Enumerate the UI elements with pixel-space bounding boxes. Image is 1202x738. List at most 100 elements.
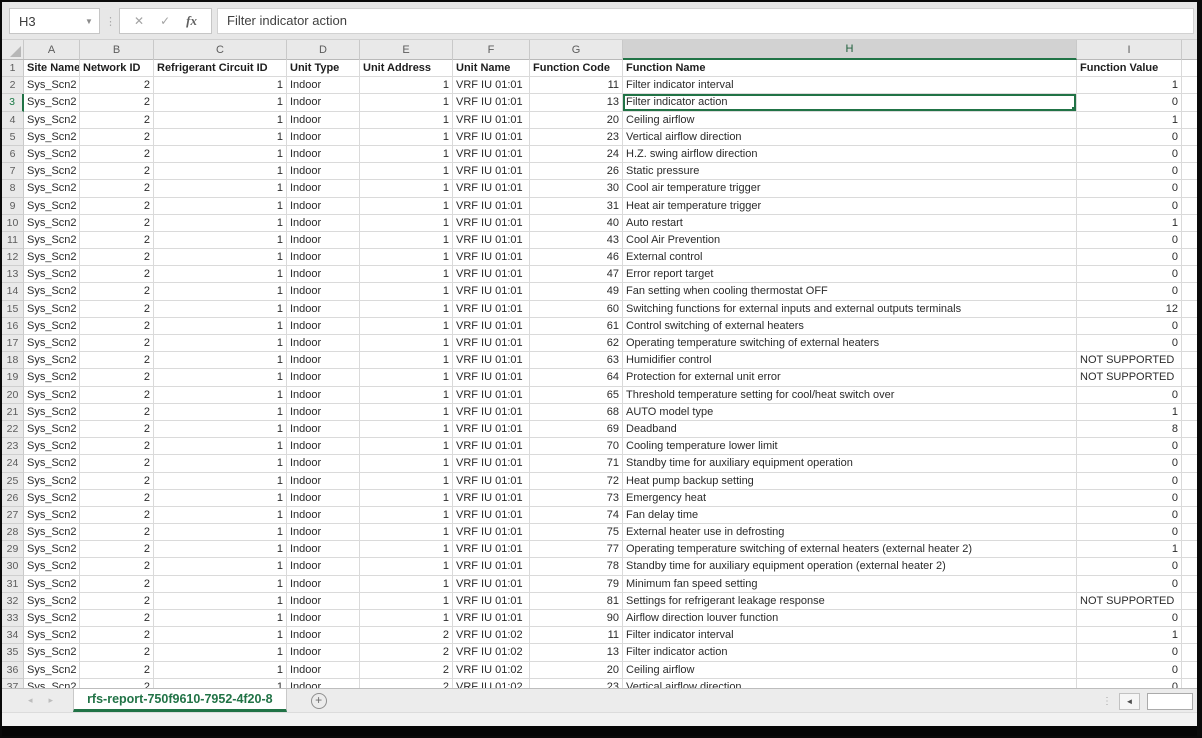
- cell-B16[interactable]: 2: [80, 318, 154, 335]
- cell-E17[interactable]: 1: [360, 335, 453, 352]
- cell-I23[interactable]: 0: [1077, 438, 1182, 455]
- cell-D2[interactable]: Indoor: [287, 77, 360, 94]
- cell-B15[interactable]: 2: [80, 301, 154, 318]
- cell-B21[interactable]: 2: [80, 404, 154, 421]
- cell-E14[interactable]: 1: [360, 283, 453, 300]
- cell-G6[interactable]: 24: [530, 146, 623, 163]
- cell-B10[interactable]: 2: [80, 215, 154, 232]
- cell-F19[interactable]: VRF IU 01:01: [453, 369, 530, 386]
- cell-E8[interactable]: 1: [360, 180, 453, 197]
- cell-I25[interactable]: 0: [1077, 473, 1182, 490]
- cell-A18[interactable]: Sys_Scn2: [24, 352, 80, 369]
- row-header-3[interactable]: 3: [2, 94, 24, 111]
- cell-B12[interactable]: 2: [80, 249, 154, 266]
- cell-E18[interactable]: 1: [360, 352, 453, 369]
- cell-J19[interactable]: [1182, 369, 1197, 386]
- cell-B22[interactable]: 2: [80, 421, 154, 438]
- cell-H28[interactable]: External heater use in defrosting: [623, 524, 1077, 541]
- cell-F23[interactable]: VRF IU 01:01: [453, 438, 530, 455]
- cell-E30[interactable]: 1: [360, 558, 453, 575]
- cell-J36[interactable]: [1182, 662, 1197, 679]
- cell-B29[interactable]: 2: [80, 541, 154, 558]
- cell-I31[interactable]: 0: [1077, 576, 1182, 593]
- cell-H15[interactable]: Switching functions for external inputs …: [623, 301, 1077, 318]
- cell-C35[interactable]: 1: [154, 644, 287, 661]
- cell-E32[interactable]: 1: [360, 593, 453, 610]
- cell-E7[interactable]: 1: [360, 163, 453, 180]
- cell-D32[interactable]: Indoor: [287, 593, 360, 610]
- cell-E5[interactable]: 1: [360, 129, 453, 146]
- cell-E29[interactable]: 1: [360, 541, 453, 558]
- cell-B33[interactable]: 2: [80, 610, 154, 627]
- cell-A17[interactable]: Sys_Scn2: [24, 335, 80, 352]
- cell-H14[interactable]: Fan setting when cooling thermostat OFF: [623, 283, 1077, 300]
- cell-C30[interactable]: 1: [154, 558, 287, 575]
- cell-F3[interactable]: VRF IU 01:01: [453, 94, 530, 111]
- cell-I19[interactable]: NOT SUPPORTED: [1077, 369, 1182, 386]
- row-header-5[interactable]: 5: [2, 129, 24, 146]
- cell-A7[interactable]: Sys_Scn2: [24, 163, 80, 180]
- cell-B35[interactable]: 2: [80, 644, 154, 661]
- cell-F35[interactable]: VRF IU 01:02: [453, 644, 530, 661]
- cell-J28[interactable]: [1182, 524, 1197, 541]
- column-header-overflow[interactable]: [1182, 40, 1197, 60]
- cell-E16[interactable]: 1: [360, 318, 453, 335]
- cell-I8[interactable]: 0: [1077, 180, 1182, 197]
- cell-G16[interactable]: 61: [530, 318, 623, 335]
- cell-E35[interactable]: 2: [360, 644, 453, 661]
- cell-F30[interactable]: VRF IU 01:01: [453, 558, 530, 575]
- cell-I37[interactable]: 0: [1077, 679, 1182, 688]
- cell-B3[interactable]: 2: [80, 94, 154, 111]
- cell-A25[interactable]: Sys_Scn2: [24, 473, 80, 490]
- row-header-4[interactable]: 4: [2, 112, 24, 129]
- cell-J4[interactable]: [1182, 112, 1197, 129]
- row-header-35[interactable]: 35: [2, 644, 24, 661]
- row-header-23[interactable]: 23: [2, 438, 24, 455]
- cell-H19[interactable]: Protection for external unit error: [623, 369, 1077, 386]
- cell-I1[interactable]: Function Value: [1077, 60, 1182, 77]
- cancel-icon[interactable]: ✕: [134, 14, 144, 28]
- cell-B11[interactable]: 2: [80, 232, 154, 249]
- cell-F31[interactable]: VRF IU 01:01: [453, 576, 530, 593]
- cell-D20[interactable]: Indoor: [287, 387, 360, 404]
- cell-F12[interactable]: VRF IU 01:01: [453, 249, 530, 266]
- cell-B27[interactable]: 2: [80, 507, 154, 524]
- cell-J7[interactable]: [1182, 163, 1197, 180]
- cell-I13[interactable]: 0: [1077, 266, 1182, 283]
- cell-F20[interactable]: VRF IU 01:01: [453, 387, 530, 404]
- cell-H6[interactable]: H.Z. swing airflow direction: [623, 146, 1077, 163]
- cell-D18[interactable]: Indoor: [287, 352, 360, 369]
- cell-H10[interactable]: Auto restart: [623, 215, 1077, 232]
- cell-B36[interactable]: 2: [80, 662, 154, 679]
- cell-A19[interactable]: Sys_Scn2: [24, 369, 80, 386]
- cell-B2[interactable]: 2: [80, 77, 154, 94]
- cell-F16[interactable]: VRF IU 01:01: [453, 318, 530, 335]
- cell-H23[interactable]: Cooling temperature lower limit: [623, 438, 1077, 455]
- cell-F34[interactable]: VRF IU 01:02: [453, 627, 530, 644]
- cell-J9[interactable]: [1182, 198, 1197, 215]
- cell-J24[interactable]: [1182, 455, 1197, 472]
- cell-H31[interactable]: Minimum fan speed setting: [623, 576, 1077, 593]
- cell-A1[interactable]: Site Name: [24, 60, 80, 77]
- cell-G19[interactable]: 64: [530, 369, 623, 386]
- cell-C4[interactable]: 1: [154, 112, 287, 129]
- cell-D13[interactable]: Indoor: [287, 266, 360, 283]
- cell-D12[interactable]: Indoor: [287, 249, 360, 266]
- cell-A16[interactable]: Sys_Scn2: [24, 318, 80, 335]
- cell-J12[interactable]: [1182, 249, 1197, 266]
- name-box[interactable]: H3 ▼: [9, 8, 100, 34]
- row-header-22[interactable]: 22: [2, 421, 24, 438]
- cell-A37[interactable]: Sys_Scn2: [24, 679, 80, 688]
- cell-D9[interactable]: Indoor: [287, 198, 360, 215]
- next-sheet-icon[interactable]: ▸: [49, 695, 54, 706]
- cell-H9[interactable]: Heat air temperature trigger: [623, 198, 1077, 215]
- cell-E23[interactable]: 1: [360, 438, 453, 455]
- cell-H5[interactable]: Vertical airflow direction: [623, 129, 1077, 146]
- cell-J26[interactable]: [1182, 490, 1197, 507]
- cell-G11[interactable]: 43: [530, 232, 623, 249]
- cell-A21[interactable]: Sys_Scn2: [24, 404, 80, 421]
- cell-C5[interactable]: 1: [154, 129, 287, 146]
- cell-A35[interactable]: Sys_Scn2: [24, 644, 80, 661]
- cell-C7[interactable]: 1: [154, 163, 287, 180]
- cell-E2[interactable]: 1: [360, 77, 453, 94]
